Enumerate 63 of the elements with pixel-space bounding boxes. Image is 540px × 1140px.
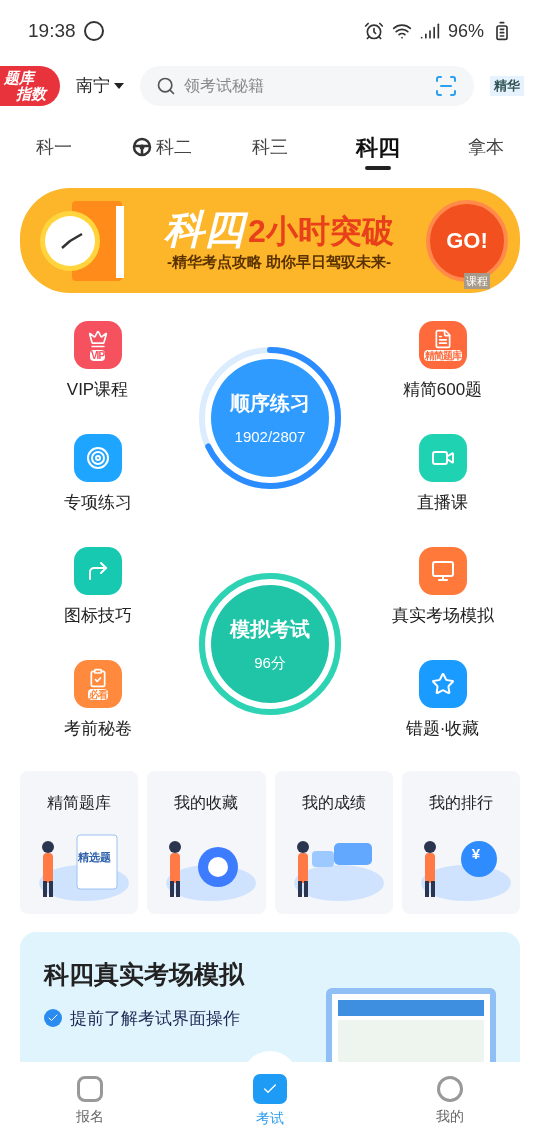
- feature-label[interactable]: 精简600题: [402, 376, 483, 403]
- alarm-icon: [363, 21, 384, 41]
- feature-icon-tile[interactable]: [73, 433, 122, 482]
- feature-label[interactable]: 直播课: [417, 489, 468, 516]
- battery-percent: 96%: [447, 19, 484, 43]
- card-title: 我的排行: [428, 793, 493, 813]
- status-time: 19:38: [28, 18, 76, 43]
- search-icon: [156, 76, 176, 96]
- subject-tab[interactable]: 科四: [324, 118, 432, 176]
- card-title: 我的成绩: [301, 793, 366, 813]
- feature-icon-tile[interactable]: VIP: [73, 320, 122, 369]
- promo-banner[interactable]: 科四2小时突破 -精华考点攻略 助你早日驾驭未来- GO! 课程: [20, 188, 520, 293]
- feature-label[interactable]: 真实考场模拟: [391, 602, 494, 629]
- shortcut-card[interactable]: 精简题库 精选题: [20, 771, 139, 914]
- crown-icon: [87, 328, 108, 349]
- card-title: 我的收藏: [174, 793, 239, 813]
- search-bar[interactable]: 领考试秘籍: [140, 66, 474, 106]
- check-icon: [44, 1009, 62, 1028]
- exam-score: 96分: [254, 652, 286, 673]
- nav-tab[interactable]: 我的: [360, 1063, 540, 1140]
- search-field[interactable]: 领考试秘籍: [184, 74, 426, 98]
- shortcut-card[interactable]: 我的排行 ¥: [401, 771, 520, 914]
- caret-icon: [114, 83, 124, 89]
- scan-icon[interactable]: [434, 74, 458, 98]
- app-logo[interactable]: 题库 指数: [0, 66, 60, 106]
- feature-icon-tile[interactable]: [418, 546, 467, 595]
- subject-tab[interactable]: 拿本: [432, 118, 540, 176]
- shortcut-card[interactable]: 我的收藏: [147, 771, 266, 914]
- tab-underline: [365, 166, 391, 170]
- star-icon: [430, 671, 455, 696]
- wifi-icon: [391, 21, 412, 41]
- subject-tab[interactable]: 科二: [108, 118, 216, 176]
- promo-card[interactable]: 科四真实考场模拟 提前了解考试界面操作: [20, 932, 520, 1062]
- subject-tab[interactable]: 科一: [0, 118, 108, 176]
- signal-icon: [419, 21, 440, 41]
- feature-label[interactable]: 错题·收藏: [405, 715, 480, 742]
- k-badge-icon: [83, 21, 104, 41]
- icon-label: 精简题库: [423, 349, 462, 361]
- feature-label[interactable]: 图标技巧: [63, 602, 132, 629]
- card-tag: ¥: [471, 843, 481, 866]
- promo-title: 科四真实考场模拟: [44, 959, 246, 990]
- steering-wheel-icon: [132, 137, 152, 157]
- feature-icon-tile[interactable]: [418, 433, 467, 482]
- practice-progress: 1902/2807: [234, 426, 306, 447]
- card-title: 精简题库: [47, 793, 112, 813]
- city-selector[interactable]: 南宁: [68, 73, 132, 99]
- subject-tab[interactable]: 科三: [216, 118, 324, 176]
- feature-label[interactable]: 考前秘卷: [63, 715, 132, 742]
- banner-title-rest: 2小时突破: [248, 212, 394, 252]
- feature-label[interactable]: VIP课程: [66, 376, 129, 403]
- folder-check-icon: [253, 1074, 287, 1104]
- icon-label: 必看: [87, 688, 108, 700]
- shortcut-card[interactable]: 我的成绩: [274, 771, 393, 914]
- bullet-text: 提前了解考试界面操作: [70, 1007, 240, 1030]
- feature-icon-tile[interactable]: [73, 546, 122, 595]
- premium-badge[interactable]: 精华: [490, 76, 524, 96]
- feature-label[interactable]: 专项练习: [63, 489, 132, 516]
- monitor-icon: [430, 558, 455, 583]
- banner-subtitle: -精华考点攻略 助你早日驾驭未来-: [166, 252, 392, 273]
- feature-icon-tile[interactable]: [418, 659, 467, 708]
- icon-label: VIP: [89, 349, 106, 361]
- nav-tab[interactable]: 报名: [0, 1063, 180, 1140]
- target-icon: [85, 445, 110, 470]
